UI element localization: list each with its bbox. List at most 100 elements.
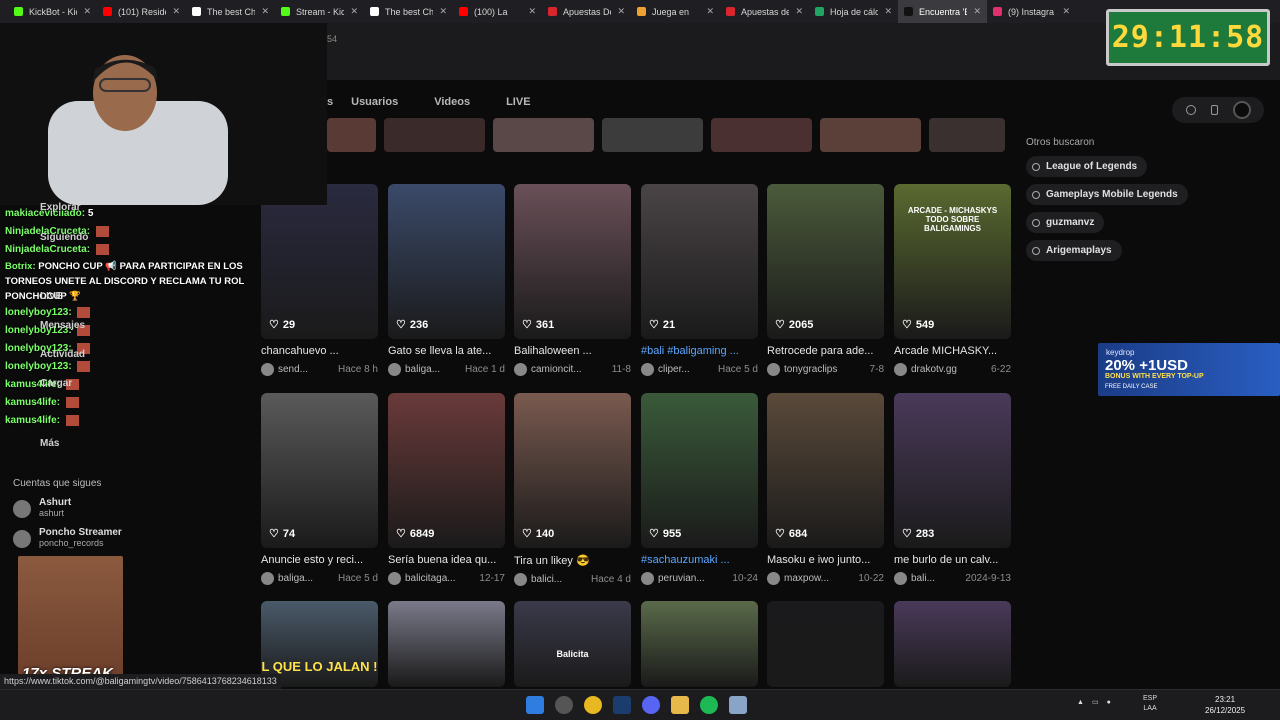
avatar[interactable] bbox=[767, 572, 780, 585]
video-thumbnail[interactable]: ♡ 549 ARCADE - MICHASKYS TODO SOBRE BALIGA… bbox=[894, 184, 1011, 339]
video-card[interactable]: ♡ 74 Anuncie esto y reci... baliga... Hace 5… bbox=[261, 393, 378, 585]
video-card[interactable]: ♡ 140 Tira un likey 😎 balici... Hace 4 d bbox=[514, 393, 631, 586]
avatar[interactable] bbox=[641, 363, 654, 376]
steam-icon[interactable] bbox=[613, 696, 631, 714]
close-icon[interactable]: ✕ bbox=[973, 6, 981, 17]
close-icon[interactable]: ✕ bbox=[261, 6, 269, 17]
video-author[interactable]: cliper... bbox=[658, 364, 690, 375]
close-icon[interactable]: ✕ bbox=[172, 6, 180, 17]
avatar[interactable] bbox=[261, 572, 274, 585]
video-author[interactable]: tonygraclips bbox=[784, 364, 837, 375]
language-indicator[interactable]: ESP LAA bbox=[1143, 694, 1157, 714]
video-card[interactable]: ♡ 549 ARCADE - MICHASKYS TODO SOBRE BALIGA… bbox=[894, 184, 1011, 376]
browser-tab[interactable]: (100) La ✕ bbox=[453, 0, 542, 23]
video-card[interactable] bbox=[641, 601, 758, 687]
sidebar-explorar[interactable]: Explorar bbox=[40, 202, 81, 213]
browser-tab[interactable]: (101) Reside ✕ bbox=[97, 0, 186, 23]
discord-icon[interactable] bbox=[642, 696, 660, 714]
video-title[interactable]: me burlo de un calv... bbox=[894, 554, 1011, 566]
video-title[interactable]: Tira un likey 😎 bbox=[514, 554, 631, 567]
browser-tab[interactable]: (9) Instagra ✕ bbox=[987, 0, 1076, 23]
video-author[interactable]: balicitaga... bbox=[405, 573, 456, 584]
sidebar-live[interactable]: LIVE bbox=[40, 291, 62, 302]
spotify-icon[interactable] bbox=[700, 696, 718, 714]
video-thumbnail[interactable] bbox=[388, 601, 505, 687]
browser-tab[interactable]: Stream - Kic ✕ bbox=[275, 0, 364, 23]
related-chip[interactable]: Arigemaplays bbox=[1026, 240, 1122, 261]
sidebar-actividad[interactable]: Actividad bbox=[40, 349, 85, 360]
folder-icon[interactable] bbox=[671, 696, 689, 714]
strip-thumb[interactable] bbox=[493, 118, 594, 152]
network-icon[interactable]: ▭ bbox=[1092, 698, 1099, 706]
video-card[interactable]: ♡ 6849 Sería buena idea qu... balicitaga...… bbox=[388, 393, 505, 585]
tab-live[interactable]: LIVE bbox=[488, 96, 548, 108]
video-thumbnail[interactable] bbox=[894, 601, 1011, 687]
close-icon[interactable]: ✕ bbox=[617, 6, 625, 17]
video-card[interactable]: ♡ 236 Gato se lleva la ate... baliga... Hace… bbox=[388, 184, 505, 376]
strip-thumb[interactable] bbox=[327, 118, 376, 152]
related-chip[interactable]: Gameplays Mobile Legends bbox=[1026, 184, 1188, 205]
video-card[interactable] bbox=[388, 601, 505, 687]
avatar[interactable] bbox=[514, 363, 527, 376]
phone-icon[interactable] bbox=[1210, 105, 1218, 115]
video-title[interactable]: Gato se lleva la ate... bbox=[388, 345, 505, 357]
browser-tab[interactable]: KickBot - Kic ✕ bbox=[8, 0, 97, 23]
avatar[interactable] bbox=[388, 572, 401, 585]
video-author[interactable]: send... bbox=[278, 364, 308, 375]
video-card[interactable]: ♡ 361 Balihaloween ... camioncit... 11-8 bbox=[514, 184, 631, 376]
avatar[interactable] bbox=[894, 572, 907, 585]
video-card[interactable]: ♡ 21 #bali #baligaming ... cliper... Hace 5 … bbox=[641, 184, 758, 376]
strip-thumb[interactable] bbox=[384, 118, 485, 152]
browser-tab[interactable]: The best Ch ✕ bbox=[364, 0, 453, 23]
video-thumbnail[interactable] bbox=[641, 601, 758, 687]
video-card[interactable] bbox=[894, 601, 1011, 687]
browser-tab[interactable]: Encuentra 'E ✕ bbox=[898, 0, 987, 23]
avatar[interactable] bbox=[641, 572, 654, 585]
close-icon[interactable]: ✕ bbox=[83, 6, 91, 17]
video-thumbnail[interactable]: ♡ 684 bbox=[767, 393, 884, 548]
video-thumbnail[interactable]: ♡ 74 bbox=[261, 393, 378, 548]
video-title[interactable]: chancahuevo ... bbox=[261, 345, 378, 357]
video-card[interactable]: ♡ 955 #sachauzumaki ... peruvian... 10-24 bbox=[641, 393, 758, 585]
video-thumbnail[interactable]: Balicita bbox=[514, 601, 631, 687]
close-icon[interactable]: ✕ bbox=[1062, 6, 1070, 17]
video-author[interactable]: maxpow... bbox=[784, 573, 829, 584]
video-thumbnail[interactable]: ♡ 21 bbox=[641, 184, 758, 339]
obs-icon[interactable] bbox=[555, 696, 573, 714]
close-icon[interactable]: ✕ bbox=[528, 6, 536, 17]
close-icon[interactable]: ✕ bbox=[884, 6, 892, 17]
video-author[interactable]: baliga... bbox=[405, 364, 440, 375]
windows-start-icon[interactable] bbox=[526, 696, 544, 714]
following-account[interactable]: Ashurt ashurt bbox=[13, 497, 71, 518]
video-thumbnail[interactable]: ♡ 955 bbox=[641, 393, 758, 548]
strip-thumb[interactable] bbox=[602, 118, 703, 152]
video-author[interactable]: peruvian... bbox=[658, 573, 705, 584]
strip-thumb[interactable] bbox=[711, 118, 812, 152]
video-thumbnail[interactable]: ♡ 29 bbox=[261, 184, 378, 339]
video-thumbnail[interactable]: ♡ 140 bbox=[514, 393, 631, 548]
chrome-icon[interactable] bbox=[584, 696, 602, 714]
video-card[interactable]: ♡ 283 me burlo de un calv... bali... 2024-9-… bbox=[894, 393, 1011, 585]
browser-tab[interactable]: The best Ch ✕ bbox=[186, 0, 275, 23]
video-author[interactable]: balici... bbox=[531, 574, 562, 585]
sidebar-mas[interactable]: Más bbox=[40, 438, 59, 449]
calculator-icon[interactable] bbox=[729, 696, 747, 714]
video-title[interactable]: Sería buena idea qu... bbox=[388, 554, 505, 566]
close-icon[interactable]: ✕ bbox=[350, 6, 358, 17]
video-thumbnail[interactable]: ♡ 236 bbox=[388, 184, 505, 339]
video-card[interactable]: Balicita bbox=[514, 601, 631, 687]
video-card[interactable]: ♡ 29 chancahuevo ... send... Hace 8 h bbox=[261, 184, 378, 376]
sidebar-cargar[interactable]: Cargar bbox=[40, 378, 72, 389]
keydrop-ad[interactable]: keydrop 20% +1USD BONUS WITH EVERY TOP-U… bbox=[1098, 343, 1280, 396]
related-chip[interactable]: guzmanvz bbox=[1026, 212, 1105, 233]
browser-tab[interactable]: Apuestas De ✕ bbox=[542, 0, 631, 23]
browser-tab[interactable]: Juega en ✕ bbox=[631, 0, 720, 23]
close-icon[interactable]: ✕ bbox=[795, 6, 803, 17]
video-thumbnail[interactable]: ♡ 2065 bbox=[767, 184, 884, 339]
tab-videos[interactable]: Videos bbox=[416, 96, 488, 108]
video-card[interactable]: ♡ 684 Masoku e iwo junto... maxpow... 10-22 bbox=[767, 393, 884, 585]
video-author[interactable]: camioncit... bbox=[531, 364, 582, 375]
mic-icon[interactable]: ● bbox=[1107, 699, 1111, 706]
close-icon[interactable]: ✕ bbox=[439, 6, 447, 17]
sidebar-siguiendo[interactable]: Siguiendo bbox=[40, 232, 88, 243]
